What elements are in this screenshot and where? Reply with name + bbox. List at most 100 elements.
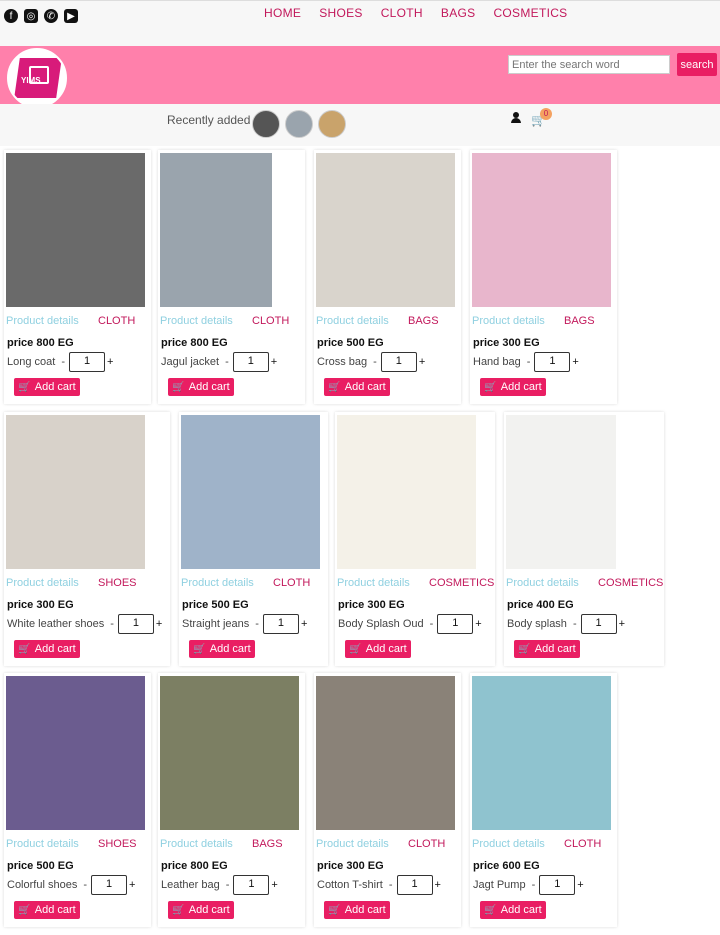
product-image[interactable] (472, 153, 611, 307)
product-details-link[interactable]: Product details (6, 315, 79, 327)
add-cart-button[interactable]: 🛒 Add cart (480, 378, 546, 396)
quantity-input[interactable]: 1 (380, 352, 417, 372)
qty-decrement-button[interactable]: - (255, 618, 259, 630)
qty-increment-button[interactable]: + (572, 356, 578, 368)
product-image[interactable] (337, 415, 476, 569)
product-qty-row: White leather shoes - 1 + (7, 614, 162, 634)
product-name: Cotton T-shirt (317, 879, 383, 891)
qty-increment-button[interactable]: + (419, 356, 425, 368)
qty-decrement-button[interactable]: - (573, 618, 577, 630)
qty-decrement-button[interactable]: - (226, 879, 230, 891)
add-cart-button[interactable]: 🛒 Add cart (14, 378, 80, 396)
product-image[interactable] (6, 676, 145, 830)
product-image[interactable] (181, 415, 320, 569)
add-cart-button[interactable]: 🛒 Add cart (168, 901, 234, 919)
product-price: price 300 EG (7, 599, 74, 611)
youtube-icon[interactable]: ▶ (64, 9, 78, 23)
qty-increment-button[interactable]: + (107, 356, 113, 368)
cart-count-badge: 0 (540, 108, 552, 120)
qty-increment-button[interactable]: + (619, 618, 625, 630)
qty-increment-button[interactable]: + (577, 879, 583, 891)
qty-decrement-button[interactable]: - (532, 879, 536, 891)
qty-increment-button[interactable]: + (475, 618, 481, 630)
qty-decrement-button[interactable]: - (110, 618, 114, 630)
cart-icon: 🛒 (328, 904, 341, 916)
nav-shoes[interactable]: SHOES (319, 6, 363, 20)
quantity-input[interactable]: 1 (534, 352, 571, 372)
product-details-link[interactable]: Product details (337, 577, 410, 589)
quantity-input[interactable]: 1 (233, 875, 270, 895)
instagram-icon[interactable]: ◎ (24, 9, 38, 23)
product-image[interactable] (6, 153, 145, 307)
quantity-input[interactable]: 1 (117, 614, 154, 634)
qty-increment-button[interactable]: + (301, 618, 307, 630)
product-details-link[interactable]: Product details (6, 577, 79, 589)
qty-decrement-button[interactable]: - (430, 618, 434, 630)
qty-decrement-button[interactable]: - (373, 356, 377, 368)
product-details-link[interactable]: Product details (316, 838, 389, 850)
quantity-input[interactable]: 1 (69, 352, 105, 372)
qty-decrement-button[interactable]: - (527, 356, 531, 368)
product-image[interactable] (160, 153, 272, 307)
product-details-link[interactable]: Product details (6, 838, 79, 850)
recent-thumb-jacket[interactable] (285, 110, 313, 138)
search-button[interactable]: search (677, 53, 717, 76)
add-cart-button[interactable]: 🛒 Add cart (514, 640, 580, 658)
add-cart-button[interactable]: 🛒 Add cart (324, 901, 390, 919)
product-image[interactable] (316, 676, 455, 830)
add-cart-button[interactable]: 🛒 Add cart (168, 378, 234, 396)
product-image[interactable] (506, 415, 616, 569)
add-cart-label: Add cart (500, 904, 542, 916)
quantity-input[interactable]: 1 (396, 875, 433, 895)
logo[interactable]: YIMS (7, 48, 67, 108)
product-image[interactable] (316, 153, 455, 307)
qty-decrement-button[interactable]: - (61, 356, 65, 368)
nav-cosmetics[interactable]: COSMETICS (493, 6, 567, 20)
qty-decrement-button[interactable]: - (389, 879, 393, 891)
product-name: Hand bag (473, 356, 521, 368)
product-details-link[interactable]: Product details (316, 315, 389, 327)
qty-increment-button[interactable]: + (435, 879, 441, 891)
user-icon[interactable] (511, 112, 521, 124)
product-details-link[interactable]: Product details (506, 577, 579, 589)
product-card: Product details BAGS price 800 EG Leathe… (158, 673, 305, 927)
recent-thumb-long-coat[interactable] (252, 110, 280, 138)
quantity-input[interactable]: 1 (262, 614, 299, 634)
nav-cloth[interactable]: CLOTH (381, 6, 423, 20)
product-details-link[interactable]: Product details (160, 315, 233, 327)
facebook-icon[interactable]: f (4, 9, 18, 23)
product-details-link[interactable]: Product details (472, 315, 545, 327)
qty-increment-button[interactable]: + (129, 879, 135, 891)
product-card: Product details CLOTH price 500 EG Strai… (179, 412, 328, 666)
qty-increment-button[interactable]: + (271, 356, 277, 368)
qty-decrement-button[interactable]: - (225, 356, 229, 368)
add-cart-button[interactable]: 🛒 Add cart (189, 640, 255, 658)
qty-increment-button[interactable]: + (271, 879, 277, 891)
add-cart-button[interactable]: 🛒 Add cart (14, 901, 80, 919)
quantity-input[interactable]: 1 (437, 614, 474, 634)
product-price: price 500 EG (7, 860, 74, 872)
recent-thumb-bag[interactable] (318, 110, 346, 138)
quantity-input[interactable]: 1 (232, 352, 269, 372)
quantity-input[interactable]: 1 (91, 875, 127, 895)
product-details-link[interactable]: Product details (181, 577, 254, 589)
qty-increment-button[interactable]: + (156, 618, 162, 630)
add-cart-button[interactable]: 🛒 Add cart (324, 378, 390, 396)
add-cart-button[interactable]: 🛒 Add cart (14, 640, 80, 658)
product-image[interactable] (472, 676, 611, 830)
nav-bags[interactable]: BAGS (441, 6, 476, 20)
product-details-link[interactable]: Product details (160, 838, 233, 850)
product-image[interactable] (6, 415, 145, 569)
add-cart-button[interactable]: 🛒 Add cart (480, 901, 546, 919)
add-cart-button[interactable]: 🛒 Add cart (345, 640, 411, 658)
quantity-input[interactable]: 1 (539, 875, 576, 895)
nav-home[interactable]: HOME (264, 6, 301, 20)
add-cart-label: Add cart (188, 381, 230, 393)
quantity-input[interactable]: 1 (580, 614, 617, 634)
qty-decrement-button[interactable]: - (83, 879, 87, 891)
product-image[interactable] (160, 676, 299, 830)
product-details-link[interactable]: Product details (472, 838, 545, 850)
search-input[interactable] (508, 55, 670, 74)
whatsapp-icon[interactable]: ✆ (44, 9, 58, 23)
product-name: Body Splash Oud (338, 618, 424, 630)
